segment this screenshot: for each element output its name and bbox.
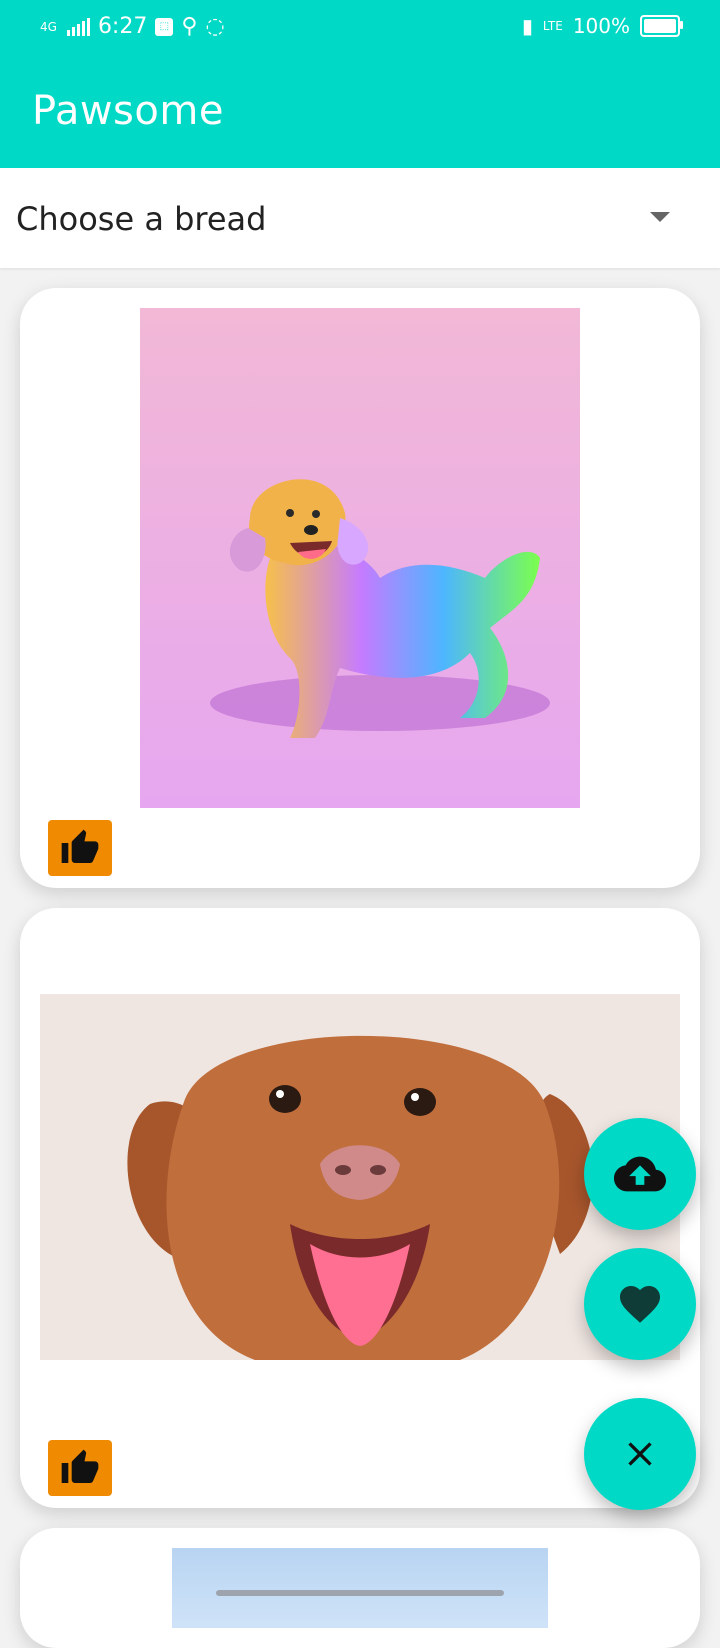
signal-icon (66, 17, 90, 36)
thumbs-up-icon (61, 829, 99, 863)
upload-button[interactable] (584, 1118, 696, 1230)
close-icon (628, 1442, 652, 1466)
close-button[interactable] (584, 1398, 696, 1510)
breed-dropdown[interactable]: Choose a bread (0, 168, 720, 268)
time: 6:27 (97, 14, 148, 39)
like-button[interactable] (48, 1440, 112, 1496)
status-left: 4G 6:27 ⬚ ⚲ ◌ (40, 14, 225, 39)
chevron-down-icon (650, 212, 670, 222)
app-title: Pawsome (32, 88, 224, 134)
favorite-button[interactable] (584, 1248, 696, 1360)
status-bar: 4G 6:27 ⬚ ⚲ ◌ ▮ LTE 100% (0, 0, 720, 56)
battery-percent: 100% (572, 14, 630, 38)
network-label: 4G (40, 19, 57, 34)
dog-image (140, 308, 580, 808)
thumbs-up-icon (61, 1449, 99, 1483)
usb-icon: ⚲ (181, 14, 198, 39)
heart-icon (620, 1286, 660, 1323)
vibrate-icon: ▮ (521, 14, 533, 38)
status-right: ▮ LTE 100% (521, 14, 683, 38)
breed-dropdown-placeholder: Choose a bread (16, 200, 267, 238)
battery-icon (640, 15, 683, 37)
dog-card (20, 1528, 700, 1648)
app-bar: 4G 6:27 ⬚ ⚲ ◌ ▮ LTE 100% Pawsome (0, 0, 720, 168)
hotspot-icon: ◌ (205, 14, 225, 39)
notification-icon: ⬚ (155, 17, 174, 36)
cloud-upload-icon (614, 1156, 666, 1192)
dog-card (20, 288, 700, 888)
volte-label: LTE (542, 19, 563, 33)
like-button[interactable] (48, 820, 112, 876)
dog-image (172, 1548, 548, 1628)
gesture-bar[interactable] (216, 1590, 504, 1596)
